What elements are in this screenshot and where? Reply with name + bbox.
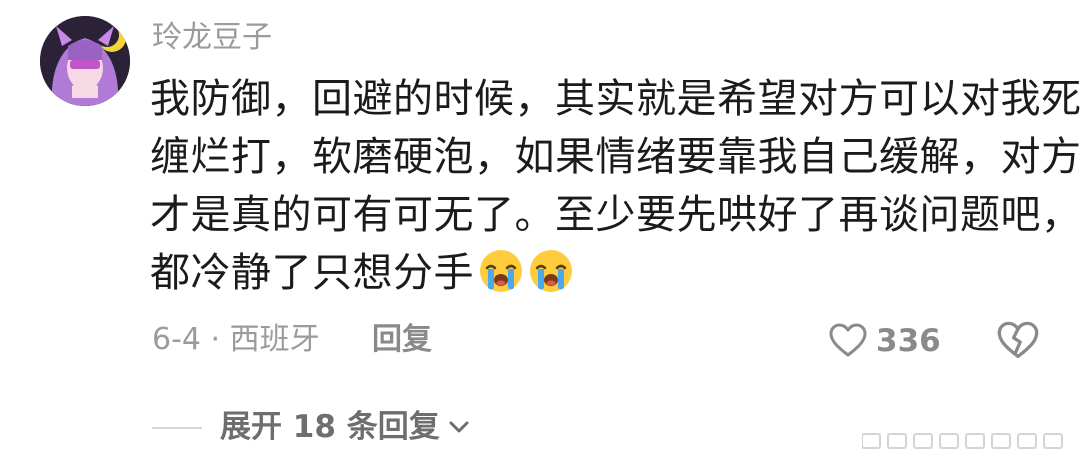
like-count: 336 bbox=[876, 323, 941, 359]
broken-heart-icon bbox=[997, 321, 1039, 359]
username[interactable]: 玲龙豆子 bbox=[152, 18, 272, 58]
comment-meta: 6-4 · 西班牙 bbox=[152, 322, 320, 357]
comment-text-line: 我防御，回避的时候，其实就是希望对方可以对我死 bbox=[150, 76, 1080, 122]
comment-text-line: 都冷静了只想分手 bbox=[150, 250, 474, 296]
loudly-crying-face-icon bbox=[530, 250, 572, 292]
comment-text-line-last: 都冷静了只想分手 bbox=[150, 244, 1050, 302]
dislike-button[interactable] bbox=[996, 319, 1040, 363]
comment-text-line: 才是真的可有可无了。至少要先哄好了再谈问题吧， bbox=[150, 192, 1080, 238]
avatar[interactable] bbox=[40, 16, 130, 106]
avatar-illustration bbox=[40, 16, 130, 106]
comment-text-line: 缠烂打，软磨硬泡，如果情绪要靠我自己缓解，对方 bbox=[150, 134, 1080, 180]
like-button[interactable]: 336 bbox=[828, 319, 941, 363]
chevron-down-icon bbox=[449, 421, 469, 433]
expand-replies-label: 展开 18 条回复 bbox=[220, 409, 440, 445]
reply-button[interactable]: 回复 bbox=[372, 320, 432, 360]
expand-replies-button[interactable]: 展开 18 条回复 bbox=[220, 407, 472, 447]
comment-text: 我防御，回避的时候，其实就是希望对方可以对我死 缠烂打，软磨硬泡，如果情绪要靠我… bbox=[150, 70, 1080, 302]
replies-divider bbox=[152, 427, 202, 429]
watermark-pattern bbox=[862, 433, 1063, 449]
loudly-crying-face-icon bbox=[480, 250, 522, 292]
heart-icon bbox=[829, 323, 867, 357]
comment-item: 玲龙豆子 我防御，回避的时候，其实就是希望对方可以对我死 缠烂打，软磨硬泡，如果… bbox=[0, 0, 1080, 465]
